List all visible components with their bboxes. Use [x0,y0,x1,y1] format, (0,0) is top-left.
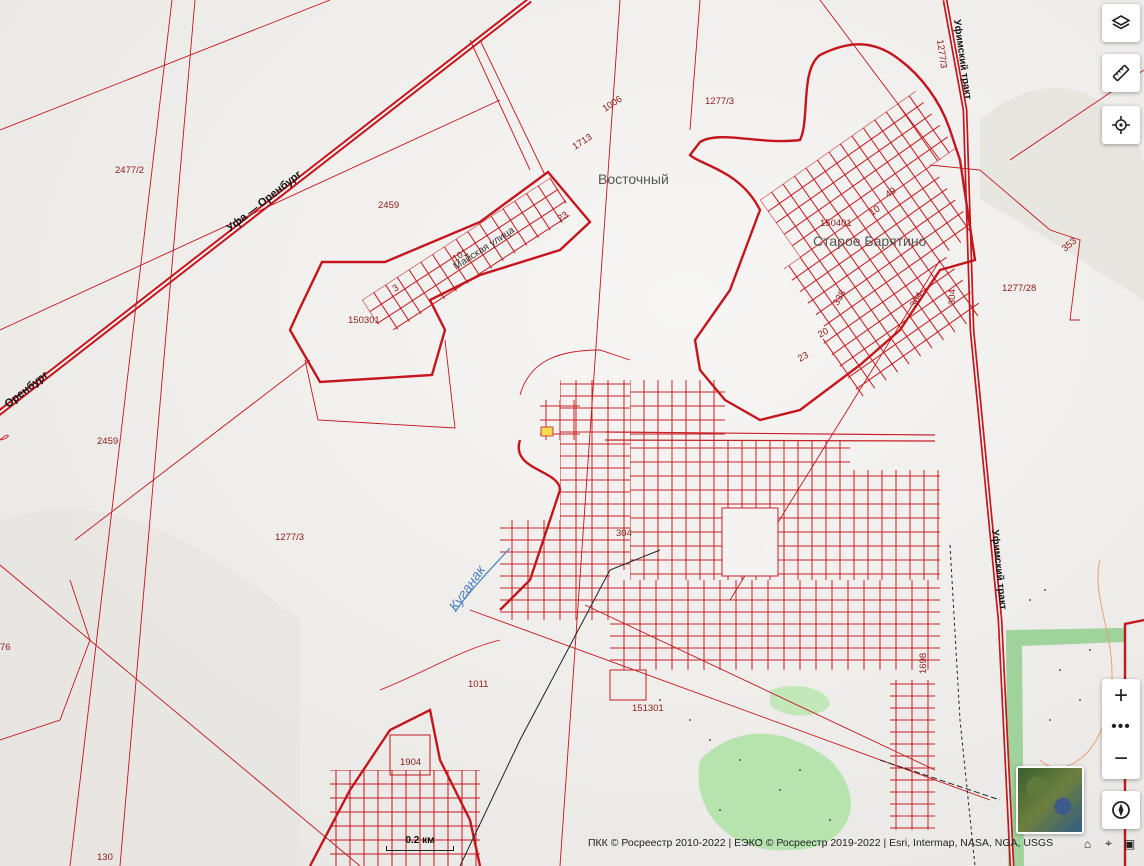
parcel-number: 151301 [632,703,664,714]
layers-icon [1111,15,1131,30]
bottom-toolbar: ⌂ ⌖ ▣ [1080,836,1137,851]
home-icon[interactable]: ⌂ [1080,836,1095,851]
parcel-number: 76 [0,642,11,653]
crosshair-icon [1112,116,1130,134]
parcel-number: 1277/28 [1002,283,1036,294]
parcel-number: 1277/3 [275,532,304,543]
parcel-number: 2459 [378,200,399,211]
scale-bar: 0.2 км [386,835,454,851]
parcel-number: 1698 [918,653,929,674]
navigate-icon[interactable]: ⌖ [1101,836,1116,851]
label-staroe-baryatino: Старое Барятино [813,233,927,249]
parcel-number: 2459 [97,436,118,447]
parcel-number: 2477/2 [115,165,144,176]
parcel-number: 304 [616,528,632,539]
ruler-icon [1112,64,1130,82]
scale-label: 0.2 км [405,835,435,846]
compass-button[interactable] [1102,791,1140,829]
layers-button[interactable] [1102,4,1140,42]
attribution-text: ПКК © Росреестр 2010-2022 | ЕЭКО © Росре… [588,837,1054,849]
parcel-number: 304 [947,289,958,305]
scale-bar-line [386,846,454,851]
parcel-number: 130 [97,852,113,863]
more-options-button[interactable]: ••• [1102,712,1140,742]
parcel-number: 1904 [400,757,421,768]
parcel-number: 150301 [348,315,380,326]
locate-button[interactable] [1102,106,1140,144]
parcel-number: 150401 [820,218,852,229]
label-vostochny: Восточный [598,171,669,187]
window-icon[interactable]: ▣ [1122,836,1137,851]
zoom-out-button[interactable]: − [1102,742,1140,775]
zoom-controls: + ••• − [1102,679,1140,779]
map-canvas[interactable]: Восточный Старое Барятино Уфа — Оренбург… [0,0,1144,866]
measure-button[interactable] [1102,54,1140,92]
parcel-number: 1277/3 [705,96,734,107]
zoom-in-button[interactable]: + [1102,679,1140,712]
basemap-switcher[interactable] [1016,766,1084,834]
compass-icon [1112,801,1130,819]
parcel-number: 1011 [468,679,488,690]
